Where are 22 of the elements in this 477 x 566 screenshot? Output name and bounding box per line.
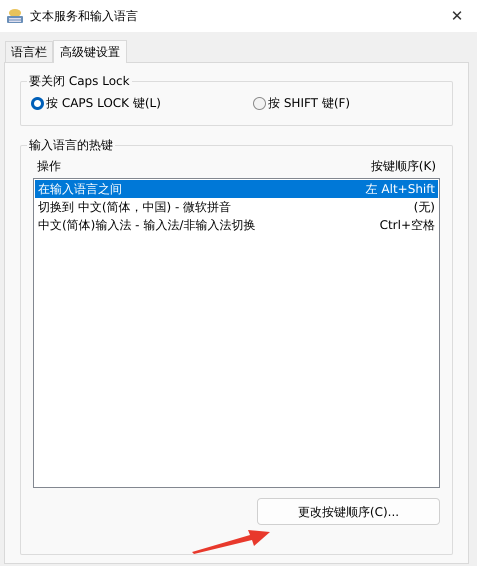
close-button[interactable]: ✕ [437,0,477,32]
list-row[interactable]: 在输入语言之间 左 Alt+Shift [35,180,438,198]
list-row[interactable]: 中文(简体)输入法 - 输入法/非输入法切换 Ctrl+空格 [35,216,438,234]
radio-label: 按 CAPS LOCK 键(L) [46,95,161,112]
window-title: 文本服务和输入语言 [30,8,138,25]
tab[interactable]: 高级键设置 [53,40,127,63]
tab[interactable]: 语言栏 [5,41,53,62]
key-sequence: 左 Alt+Shift [366,181,435,198]
group-title: 输入语言的热键 [27,137,115,153]
group-title: 要关闭 Caps Lock [27,73,132,89]
radio-option[interactable]: 按 CAPS LOCK 键(L) [31,94,253,112]
action-text: 中文(简体)输入法 - 输入法/非输入法切换 [38,217,256,234]
radio-label: 按 SHIFT 键(F) [268,95,350,112]
action-text: 在输入语言之间 [38,181,122,198]
column-header: 按键顺序(K) [370,158,436,175]
action-text: 切换到 中文(简体，中国) - 微软拼音 [38,199,232,216]
key-sequence: Ctrl+空格 [380,217,435,234]
column-header: 操作 [37,158,61,175]
list-row[interactable]: 切换到 中文(简体，中国) - 微软拼音 (无) [35,198,438,216]
change-key-sequence-button[interactable]: 更改按键顺序(C)... [257,498,440,525]
radio-option[interactable]: 按 SHIFT 键(F) [253,94,350,112]
key-sequence: (无) [414,199,435,216]
